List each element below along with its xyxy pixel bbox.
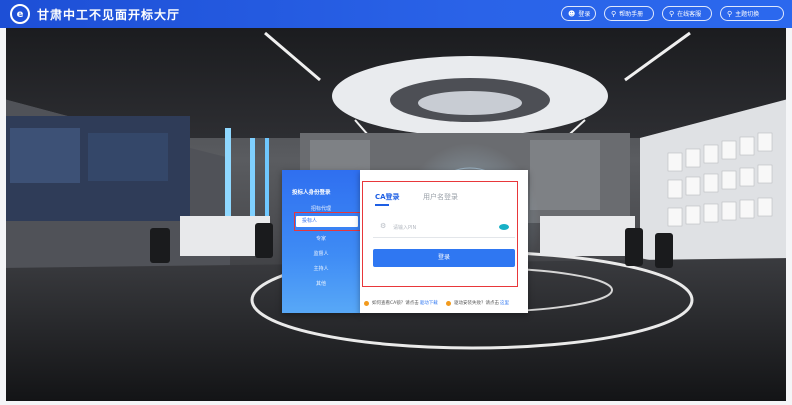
tab-password-login[interactable]: 用户名登录 [423,192,458,202]
online-service-button[interactable]: ⚲ 在线客服 [662,6,712,21]
logo-icon: e [10,4,30,24]
theme-switch-button[interactable]: ⚲ 主题切换 [720,6,784,21]
driver-download-link[interactable]: 驱动下载 [420,300,438,306]
frame-bottom [0,401,792,405]
help-manual-button[interactable]: ⚲ 帮助手册 [604,6,654,21]
top-header: e 甘肃中工不见面开标大厅 ☻ 登录 ⚲ 帮助手册 ⚲ 在线客服 ⚲ 主题切换 [0,0,792,28]
warning-icon [364,300,369,306]
login-button[interactable]: 登录 [373,249,515,267]
search-icon: ⚲ [727,9,733,18]
note1-text: 如何查看CA锁？请点击 [372,301,419,306]
active-tab-indicator [375,204,389,206]
lock-icon: ⚙ [380,222,387,230]
note2-text: 驱动安装失败？请点击 [454,301,499,306]
sidebar-title: 投标人身份登录 [292,190,331,196]
theme-switch-button-label: 主题切换 [735,11,760,18]
eye-icon[interactable] [499,224,509,230]
login-top-button-label: 登录 [578,11,591,18]
active-role-highlight [294,212,362,231]
online-service-button-label: 在线客服 [677,11,702,18]
app-title: 甘肃中工不见面开标大厅 [37,7,181,22]
user-icon: ☻ [568,9,576,18]
sidebar-item-expert[interactable]: 专家 [282,235,360,242]
driver-help-note: 驱动安装失败？请点击 这里 [446,300,509,306]
tab-ca-login[interactable]: CA登录 [375,192,400,202]
top-actions: ☻ 登录 ⚲ 帮助手册 ⚲ 在线客服 ⚲ 主题切换 [561,6,784,21]
frame-left [0,28,6,405]
sidebar-item-supervisor[interactable]: 监督人 [282,250,360,257]
warning-icon [446,300,451,306]
driver-download-note: 如何查看CA锁？请点击 驱动下载 [364,300,438,306]
driver-help-link[interactable]: 这里 [500,300,509,306]
search-icon: ⚲ [669,9,675,18]
sidebar-item-other[interactable]: 其他 [282,280,360,287]
sidebar-item-agent[interactable]: 招标代理 [282,205,360,212]
help-manual-button-label: 帮助手册 [619,11,644,18]
pin-input-placeholder: 请输入PIN [393,225,417,231]
search-icon: ⚲ [611,9,617,18]
role-sidebar: 投标人身份登录 招标代理 投标人 专家 监督人 主持人 其他 [282,170,360,313]
frame-right [786,28,792,405]
sidebar-item-host[interactable]: 主持人 [282,265,360,272]
pin-input[interactable]: ⚙ 请输入PIN [373,220,515,238]
login-top-button[interactable]: ☻ 登录 [561,6,596,21]
